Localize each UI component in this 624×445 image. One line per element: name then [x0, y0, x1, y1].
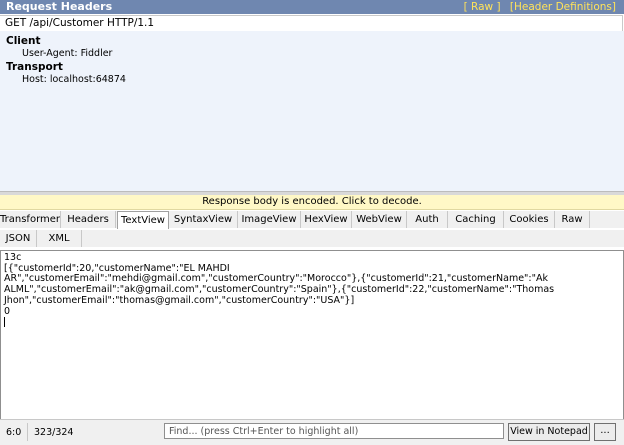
- header-group-transport[interactable]: Transport: [6, 61, 63, 73]
- status-divider: [27, 423, 28, 441]
- decode-notice[interactable]: Response body is encoded. Click to decod…: [0, 195, 624, 210]
- request-headers-bar: Request Headers [ Raw ] [Header Definiti…: [0, 0, 624, 14]
- tab-imageview[interactable]: ImageView: [238, 211, 301, 228]
- header-item-host[interactable]: Host: localhost:64874: [22, 74, 126, 85]
- tab-headers[interactable]: Headers: [61, 211, 116, 228]
- tab-json[interactable]: JSON: [0, 230, 37, 247]
- request-line: GET /api/Customer HTTP/1.1: [0, 15, 623, 32]
- text-caret: [4, 317, 5, 328]
- tab-hexview[interactable]: HexView: [301, 211, 352, 228]
- tab-textview[interactable]: TextView: [117, 211, 169, 229]
- tab-xml[interactable]: XML: [37, 230, 82, 247]
- tab-syntaxview[interactable]: SyntaxView: [169, 211, 238, 228]
- view-in-notepad-button[interactable]: View in Notepad: [508, 423, 590, 441]
- response-tabs-row1: Transformer Headers TextView SyntaxView …: [0, 211, 624, 229]
- tab-transformer[interactable]: Transformer: [0, 211, 61, 228]
- header-item-user-agent[interactable]: User-Agent: Fiddler: [22, 48, 112, 59]
- cursor-position: 6:0: [6, 427, 22, 438]
- header-definitions-link[interactable]: [Header Definitions]: [510, 1, 616, 13]
- tab-caching[interactable]: Caching: [448, 211, 504, 228]
- tab-auth[interactable]: Auth: [407, 211, 448, 228]
- request-headers-title: Request Headers: [6, 0, 113, 13]
- response-tabs-row2: JSON XML: [0, 230, 624, 247]
- header-links: [ Raw ] [Header Definitions]: [458, 0, 616, 14]
- raw-link[interactable]: [ Raw ]: [464, 1, 501, 13]
- more-options-button[interactable]: ...: [594, 423, 616, 441]
- tab-raw[interactable]: Raw: [555, 211, 590, 228]
- request-headers-tree: Client User-Agent: Fiddler Transport Hos…: [0, 31, 624, 191]
- char-count: 323/324: [34, 427, 74, 438]
- response-body-textarea[interactable]: 13c [{"customerId":20,"customerName":"EL…: [0, 250, 624, 420]
- find-input[interactable]: [164, 423, 504, 439]
- tab-cookies[interactable]: Cookies: [504, 211, 555, 228]
- request-line-text: GET /api/Customer HTTP/1.1: [5, 17, 155, 29]
- status-bar: 6:0 323/324 View in Notepad ...: [0, 419, 624, 445]
- header-group-client[interactable]: Client: [6, 35, 41, 47]
- tab-webview[interactable]: WebView: [352, 211, 407, 228]
- response-body-text[interactable]: 13c [{"customerId":20,"customerName":"EL…: [1, 251, 623, 317]
